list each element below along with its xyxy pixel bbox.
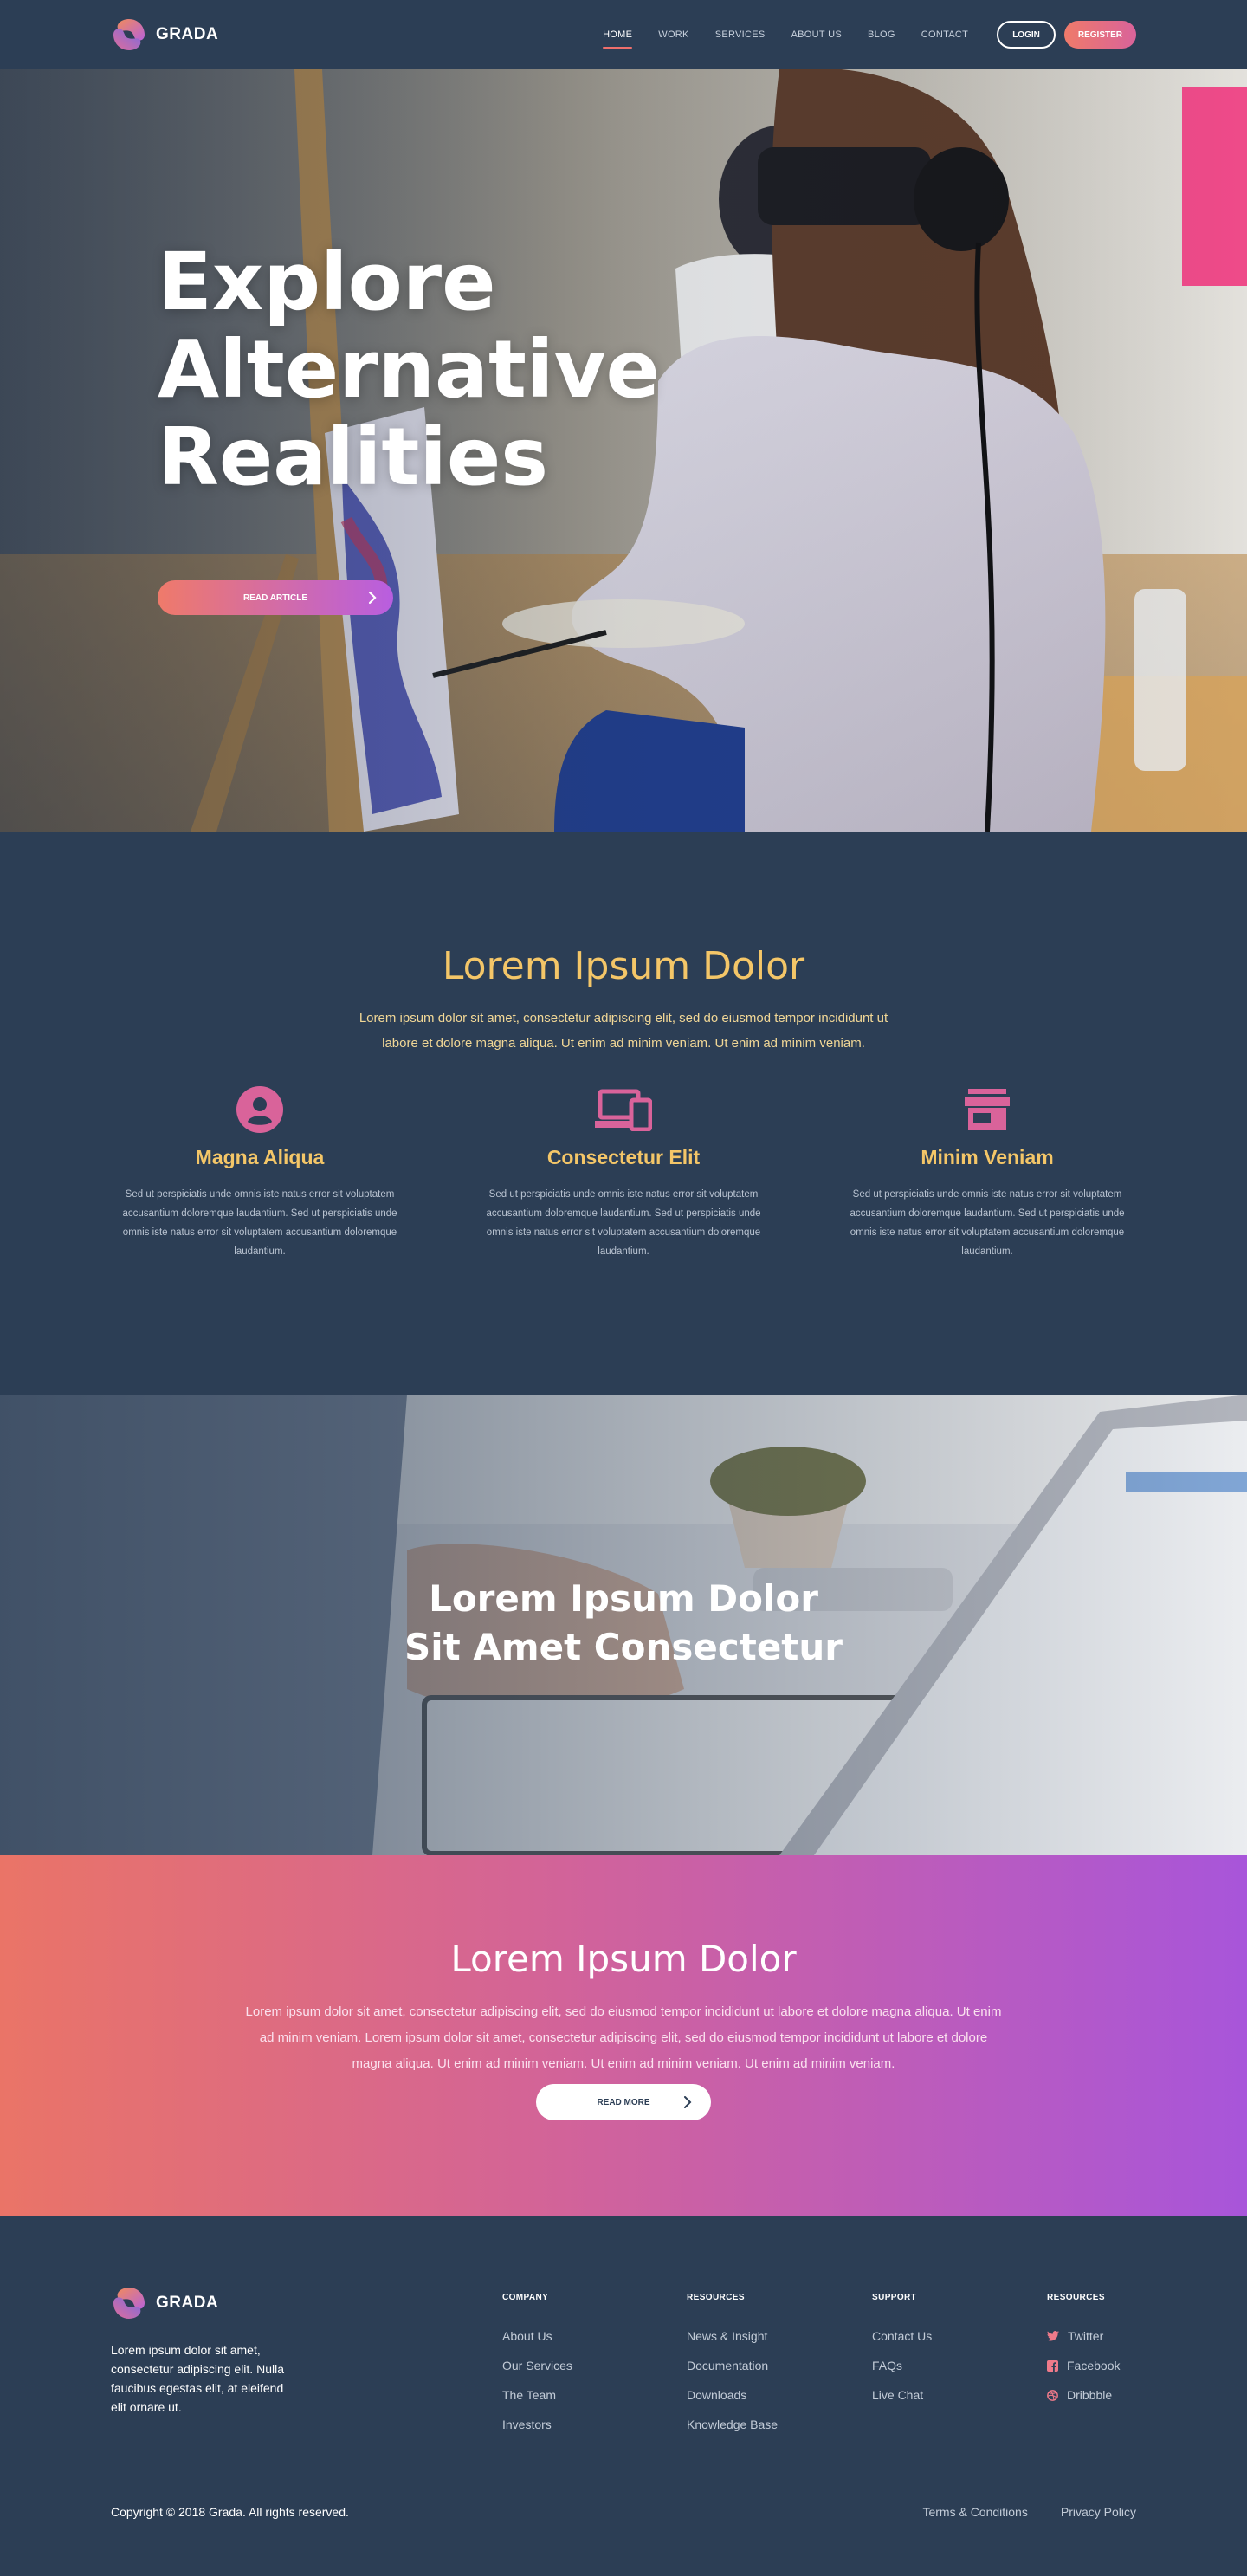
- features-title: Lorem Ipsum Dolor: [442, 944, 805, 988]
- brand-name: GRADA: [156, 25, 219, 43]
- feature-title: Consectetur Elit: [546, 1146, 701, 1168]
- hero-section: Explore Alternative Realities READ ARTIC…: [0, 69, 1247, 832]
- footer-link[interactable]: News & Insight: [687, 2321, 778, 2351]
- legal-links: Terms & Conditions Privacy Policy: [922, 2505, 1136, 2519]
- terms-link[interactable]: Terms & Conditions: [922, 2505, 1027, 2519]
- footer-link[interactable]: Documentation: [687, 2351, 778, 2380]
- footer-link[interactable]: Investors: [502, 2410, 572, 2439]
- store-icon: [965, 1089, 1010, 1130]
- feature-item: Minim Veniam Sed ut perspiciatis unde om…: [831, 1085, 1143, 1261]
- feature-text: Sed ut perspiciatis unde omnis iste natu…: [850, 1189, 1125, 1257]
- footer-column-heading: RESOURCES: [687, 2293, 745, 2302]
- feature-title: Magna Aliqua: [195, 1146, 325, 1168]
- hero-content: Explore Alternative Realities READ ARTIC…: [158, 238, 660, 615]
- social-link-label: Facebook: [1067, 2359, 1121, 2372]
- social-link-label: Twitter: [1068, 2329, 1104, 2343]
- feature-list: Magna Aliqua Sed ut perspiciatis unde om…: [0, 1085, 1247, 1261]
- site-footer: GRADA Lorem ipsum dolor sit amet, consec…: [0, 2216, 1247, 2576]
- image-banner: Lorem Ipsum Dolor Sit Amet Consectetur: [0, 1395, 1247, 1855]
- read-article-button[interactable]: READ ARTICLE: [158, 580, 393, 615]
- banner-title: Lorem Ipsum Dolor Sit Amet Consectetur: [0, 1575, 1247, 1672]
- logo-swirl-icon: [113, 2288, 145, 2319]
- footer-column-heading: RESOURCES: [1047, 2293, 1105, 2302]
- nav-services[interactable]: SERVICES: [702, 29, 779, 40]
- social-link-dribbble[interactable]: Dribbble: [1047, 2380, 1120, 2410]
- privacy-link[interactable]: Privacy Policy: [1061, 2505, 1136, 2519]
- footer-link[interactable]: Downloads: [687, 2380, 778, 2410]
- nav-about-us[interactable]: ABOUT US: [779, 29, 855, 40]
- read-more-label: READ MORE: [597, 2097, 650, 2107]
- footer-logo[interactable]: GRADA: [111, 2285, 301, 2321]
- footer-link[interactable]: FAQs: [872, 2351, 932, 2380]
- social-link-label: Dribbble: [1067, 2388, 1113, 2402]
- social-link-twitter[interactable]: Twitter: [1047, 2321, 1120, 2351]
- brand-name: GRADA: [156, 2294, 219, 2312]
- footer-brand: GRADA Lorem ipsum dolor sit amet, consec…: [111, 2285, 301, 2417]
- nav-home[interactable]: HOME: [590, 29, 645, 49]
- devices-icon: [595, 1089, 652, 1131]
- account-circle-icon: [236, 1086, 283, 1133]
- footer-about-text: Lorem ipsum dolor sit amet, consectetur …: [111, 2343, 284, 2414]
- hero-title-line: Alternative: [158, 323, 660, 416]
- footer-column-company: COMPANY About Us Our Services The Team I…: [502, 2293, 572, 2439]
- footer-link[interactable]: Contact Us: [872, 2321, 932, 2351]
- footer-column-social: RESOURCES Twitter Facebook Dribbble: [1047, 2293, 1120, 2410]
- social-link-facebook[interactable]: Facebook: [1047, 2351, 1120, 2380]
- logo-swirl-icon: [113, 19, 145, 50]
- read-more-button[interactable]: READ MORE: [536, 2084, 711, 2120]
- top-navigation: GRADA HOME WORK SERVICES ABOUT US BLOG C…: [0, 0, 1247, 69]
- footer-link[interactable]: About Us: [502, 2321, 572, 2351]
- hero-title: Explore Alternative Realities: [158, 238, 660, 501]
- copyright-text: Copyright © 2018 Grada. All rights reser…: [111, 2505, 349, 2519]
- chevron-right-icon: [684, 2096, 692, 2108]
- twitter-icon: [1047, 2331, 1059, 2341]
- cta-text: Lorem ipsum dolor sit amet, consectetur …: [245, 2004, 1002, 2071]
- features-section: Lorem Ipsum Dolor Lorem ipsum dolor sit …: [0, 832, 1247, 1395]
- footer-column-heading: COMPANY: [502, 2293, 549, 2302]
- footer-column-heading: SUPPORT: [872, 2293, 917, 2302]
- facebook-icon: [1047, 2359, 1058, 2372]
- feature-text: Sed ut perspiciatis unde omnis iste natu…: [486, 1189, 761, 1257]
- banner-title-line: Lorem Ipsum Dolor: [429, 1577, 818, 1620]
- footer-column-support: SUPPORT Contact Us FAQs Live Chat: [872, 2293, 932, 2410]
- login-button[interactable]: LOGIN: [997, 21, 1056, 49]
- feature-text: Sed ut perspiciatis unde omnis iste natu…: [122, 1189, 397, 1257]
- hero-title-line: Explore: [158, 236, 496, 328]
- call-to-action-section: Lorem Ipsum Dolor Lorem ipsum dolor sit …: [0, 1855, 1247, 2216]
- register-button[interactable]: REGISTER: [1063, 21, 1136, 49]
- footer-link[interactable]: The Team: [502, 2380, 572, 2410]
- chevron-right-icon: [368, 591, 377, 605]
- banner-title-line: Sit Amet Consectetur: [404, 1626, 843, 1668]
- hero-title-line: Realities: [158, 411, 549, 503]
- dribbble-icon: [1047, 2389, 1058, 2401]
- nav-contact[interactable]: CONTACT: [908, 29, 981, 40]
- footer-link[interactable]: Our Services: [502, 2351, 572, 2380]
- read-article-label: READ ARTICLE: [242, 592, 308, 603]
- feature-title: Minim Veniam: [921, 1146, 1054, 1168]
- cta-title: Lorem Ipsum Dolor: [450, 1938, 797, 1980]
- nav-work[interactable]: WORK: [645, 29, 701, 40]
- features-lead: Lorem ipsum dolor sit amet, consectetur …: [359, 1011, 888, 1051]
- footer-link[interactable]: Knowledge Base: [687, 2410, 778, 2439]
- feature-item: Magna Aliqua Sed ut perspiciatis unde om…: [104, 1085, 416, 1261]
- footer-column-resources: RESOURCES News & Insight Documentation D…: [687, 2293, 778, 2439]
- brand-logo[interactable]: GRADA: [111, 16, 218, 53]
- nav-blog[interactable]: BLOG: [855, 29, 908, 40]
- footer-bottom-bar: Copyright © 2018 Grada. All rights reser…: [111, 2505, 1136, 2519]
- main-menu: HOME WORK SERVICES ABOUT US BLOG CONTACT: [590, 29, 981, 49]
- footer-link[interactable]: Live Chat: [872, 2380, 932, 2410]
- feature-item: Consectetur Elit Sed ut perspiciatis und…: [468, 1085, 779, 1261]
